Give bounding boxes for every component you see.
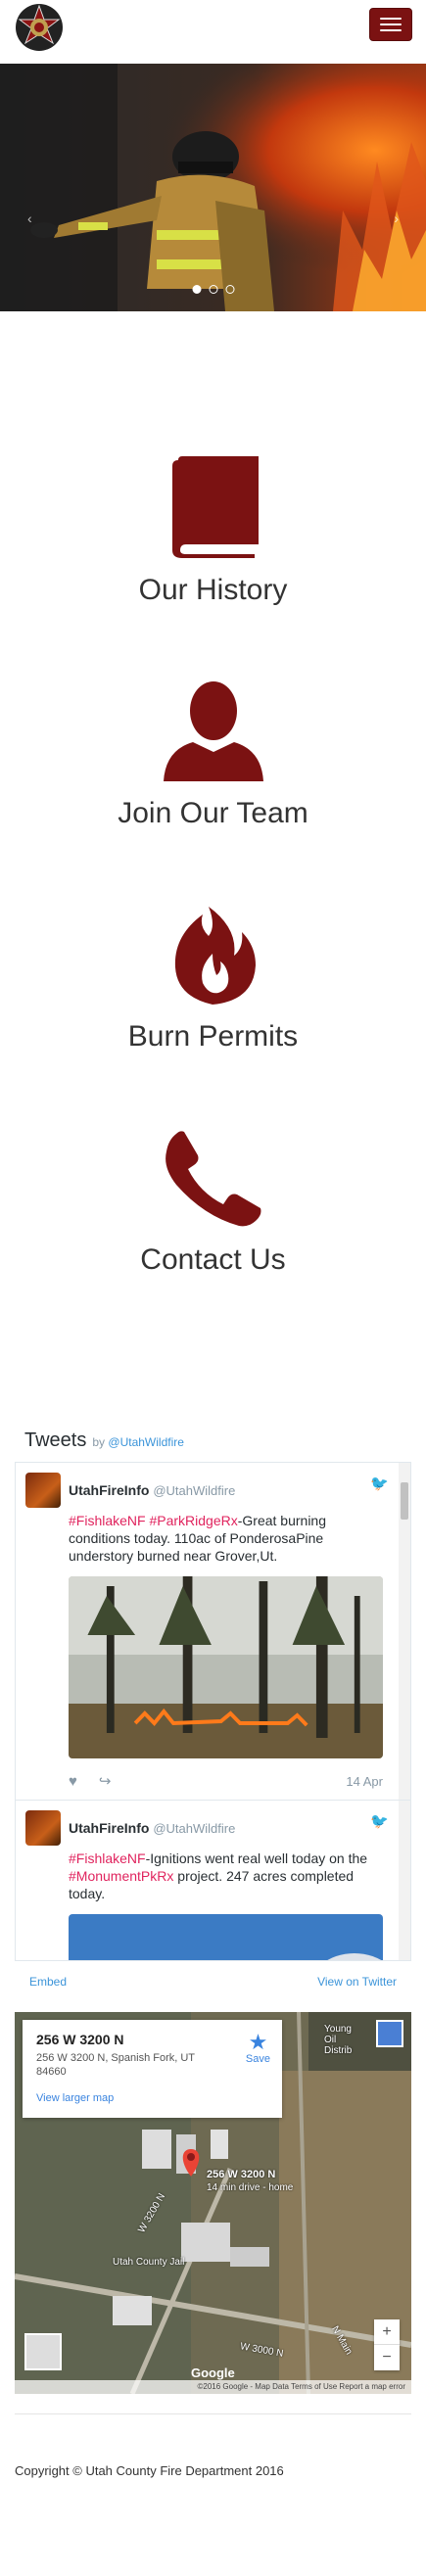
byline-text: by: [92, 1435, 106, 1449]
twitter-handle-link[interactable]: @UtahWildfire: [108, 1435, 184, 1449]
view-on-twitter-link[interactable]: View on Twitter: [317, 1975, 397, 1989]
map-attribution[interactable]: ©2016 Google - Map Data Terms of Use Rep…: [15, 2380, 411, 2394]
twitter-byline: by @UtahWildfire: [92, 1435, 184, 1449]
menu-toggle-button[interactable]: [369, 8, 412, 41]
place-label: Utah County Jail: [113, 2257, 185, 2268]
phone-icon: [165, 1131, 260, 1227]
hamburger-line: [380, 18, 402, 20]
hamburger-line: [380, 23, 402, 25]
tweet-author[interactable]: UtahFireInfo @UtahWildfire: [69, 1482, 235, 1498]
feature-label: Join Our Team: [118, 797, 308, 829]
person-icon: [163, 681, 263, 781]
carousel-indicators: [192, 285, 234, 294]
carousel-dot[interactable]: [209, 285, 217, 294]
pin-label: 256 W 3200 N: [207, 2169, 276, 2180]
map-info-card: 256 W 3200 N 256 W 3200 N, Spanish Fork,…: [23, 2020, 282, 2118]
tweet-author[interactable]: UtahFireInfo @UtahWildfire: [69, 1820, 235, 1836]
twitter-header: Tweets by @UtahWildfire: [15, 1429, 411, 1452]
fire-department-badge-icon[interactable]: [14, 2, 65, 53]
carousel-dot[interactable]: [225, 285, 234, 294]
carousel-next-arrow[interactable]: ›: [394, 211, 399, 226]
hero-image: [0, 64, 426, 311]
google-map[interactable]: 256 W 3200 N 14 min drive - home W 3200 …: [15, 2012, 411, 2394]
tweet-item[interactable]: UtahFireInfo @UtahWildfire 🐦 #FishlakeNF…: [16, 1463, 410, 1801]
twitter-bird-icon[interactable]: 🐦: [370, 1475, 389, 1492]
feature-label: Contact Us: [140, 1243, 286, 1276]
hashtag[interactable]: #MonumentPkRx: [69, 1868, 173, 1884]
share-icon[interactable]: ↪: [99, 1772, 112, 1790]
twitter-timeline: Tweets by @UtahWildfire UtahFireInfo @Ut…: [0, 1429, 426, 1989]
google-logo: Google: [191, 2365, 235, 2380]
tweet-body: -Ignitions went real well today on the: [145, 1850, 368, 1866]
zoom-control: + −: [374, 2319, 400, 2370]
hamburger-line: [380, 29, 402, 31]
avatar[interactable]: [25, 1810, 61, 1846]
place-label: Young Oil Distrib: [324, 2024, 353, 2056]
hashtags[interactable]: #FishlakeNF #ParkRidgeRx: [69, 1513, 238, 1528]
feature-burn-permits[interactable]: Burn Permits: [0, 895, 426, 1118]
map-type-toggle[interactable]: [24, 2333, 62, 2370]
flame-icon: [174, 907, 256, 1005]
tweet-actions: ♥ ↪ 14 Apr: [69, 1772, 383, 1791]
feature-join-our-team[interactable]: Join Our Team: [0, 672, 426, 895]
hashtag[interactable]: #FishlakeNF: [69, 1850, 146, 1866]
tweet-list[interactable]: UtahFireInfo @UtahWildfire 🐦 #FishlakeNF…: [15, 1462, 411, 1961]
forest-fire-photo: [69, 1576, 383, 1758]
hero-carousel[interactable]: ‹ ›: [0, 64, 426, 311]
feature-label: Our History: [138, 574, 288, 606]
feature-contact-us[interactable]: Contact Us: [0, 1118, 426, 1341]
book-icon: [171, 456, 259, 558]
author-handle: @UtahWildfire: [153, 1483, 236, 1498]
street-view-pegman-icon[interactable]: [376, 2020, 403, 2047]
tweet-date[interactable]: 14 Apr: [346, 1774, 383, 1789]
tweet-text: #FishlakeNF-Ignitions went real well tod…: [69, 1850, 383, 1902]
twitter-title: Tweets: [24, 1429, 87, 1451]
view-larger-map-link[interactable]: View larger map: [36, 2092, 268, 2104]
feature-list: Our History Join Our Team Burn Permits C…: [0, 311, 426, 1341]
star-icon: ★: [248, 2030, 268, 2054]
embed-link[interactable]: Embed: [29, 1975, 67, 1989]
tweet-photo[interactable]: [69, 1914, 383, 1960]
carousel-prev-arrow[interactable]: ‹: [27, 211, 32, 226]
pin-sublabel: 14 min drive - home: [207, 2182, 294, 2193]
tweet-text: #FishlakeNF #ParkRidgeRx-Great burning c…: [69, 1512, 383, 1565]
author-handle: @UtahWildfire: [153, 1821, 236, 1836]
map-address: 256 W 3200 N, Spanish Fork, UT 84660: [36, 2052, 195, 2078]
twitter-bird-icon[interactable]: 🐦: [370, 1812, 389, 1830]
author-name: UtahFireInfo: [69, 1482, 150, 1498]
author-name: UtahFireInfo: [69, 1820, 150, 1836]
copyright-text: Copyright © Utah County Fire Department …: [15, 2463, 284, 2478]
twitter-footer-links: Embed View on Twitter: [15, 1961, 411, 1989]
footer: Copyright © Utah County Fire Department …: [0, 2414, 426, 2537]
like-heart-icon[interactable]: ♥: [69, 1773, 77, 1790]
carousel-dot[interactable]: [192, 285, 201, 294]
smoke-plume-photo: [69, 1914, 383, 1960]
tweet-photo[interactable]: [69, 1576, 383, 1758]
save-button[interactable]: ★ Save: [245, 2030, 270, 2066]
feature-label: Burn Permits: [127, 1020, 299, 1053]
tweet-item[interactable]: UtahFireInfo @UtahWildfire 🐦 #FishlakeNF…: [16, 1801, 410, 1960]
save-label: Save: [245, 2053, 270, 2065]
avatar[interactable]: [25, 1473, 61, 1508]
navbar: [0, 0, 426, 64]
feature-our-history[interactable]: Our History: [0, 448, 426, 672]
zoom-in-button[interactable]: +: [374, 2319, 400, 2345]
map-place-title: 256 W 3200 N: [36, 2032, 124, 2047]
zoom-out-button[interactable]: −: [374, 2345, 400, 2370]
